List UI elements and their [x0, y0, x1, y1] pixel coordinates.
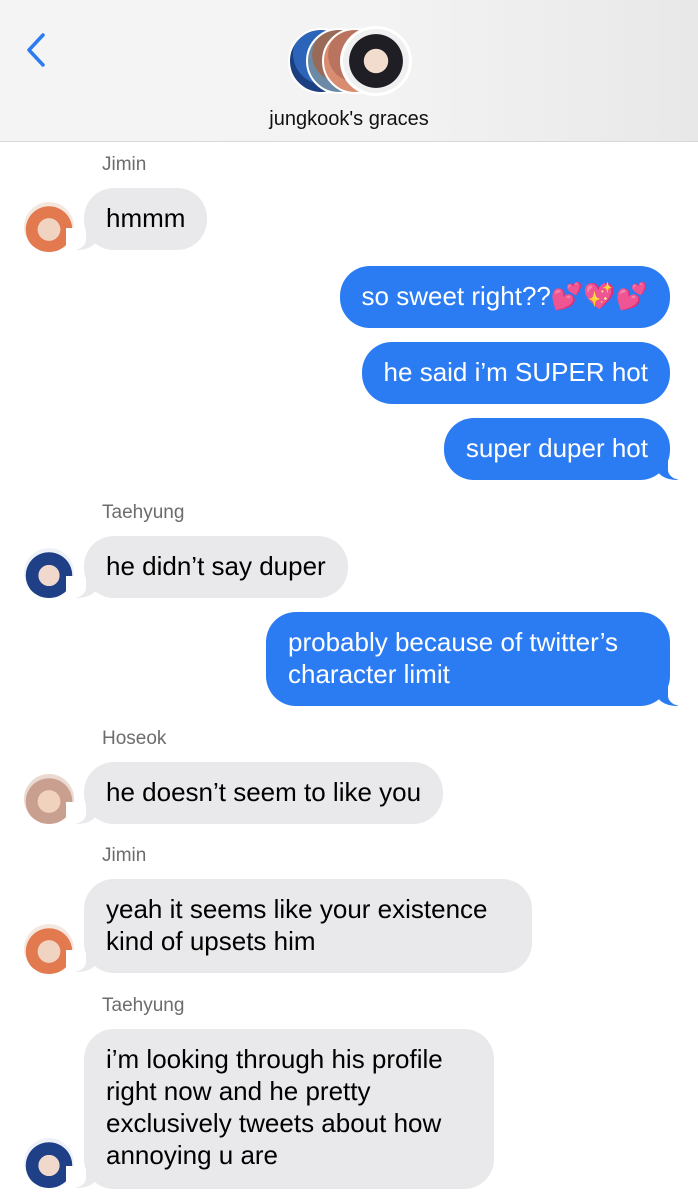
sender-name: Jimin — [102, 845, 147, 866]
incoming-message[interactable]: i’m looking through his profile right no… — [84, 1029, 494, 1189]
group-avatar-stack[interactable] — [288, 26, 412, 98]
sender-name: Jimin — [102, 154, 147, 175]
outgoing-message[interactable]: he said i’m SUPER hot — [361, 342, 670, 404]
outgoing-message[interactable]: super duper hot — [443, 418, 670, 480]
conversation-header: jungkook's graces — [0, 0, 698, 142]
sender-name: Taehyung — [102, 995, 185, 1016]
sender-name: Hoseok — [102, 728, 167, 749]
chevron-left-icon — [27, 33, 45, 67]
incoming-message[interactable]: he didn’t say duper — [84, 536, 348, 598]
outgoing-message[interactable]: so sweet right??💕💖💕 — [339, 266, 670, 328]
conversation-title[interactable]: jungkook's graces — [0, 108, 698, 131]
sender-name: Taehyung — [102, 502, 185, 523]
member-avatar — [340, 26, 412, 96]
incoming-message[interactable]: he doesn’t seem to like you — [84, 762, 444, 824]
back-button[interactable] — [16, 26, 56, 74]
incoming-message[interactable]: hmmm — [84, 188, 208, 250]
outgoing-message[interactable]: probably because of twitter’s character … — [266, 612, 670, 706]
incoming-message[interactable]: yeah it seems like your existence kind o… — [84, 879, 532, 973]
